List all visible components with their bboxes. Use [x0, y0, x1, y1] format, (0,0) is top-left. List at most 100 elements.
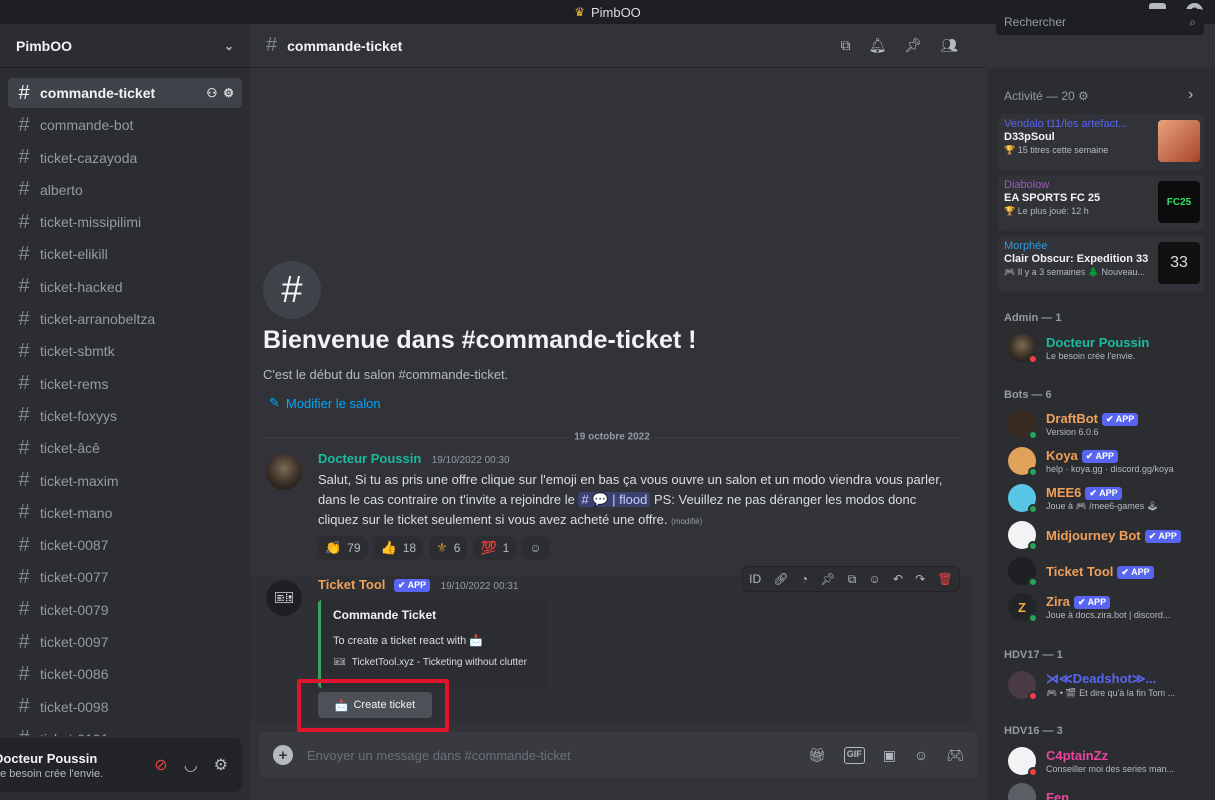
hashtag-icon: # [18, 533, 30, 556]
pin-icon[interactable]: 📌︎ [904, 37, 922, 54]
member-item[interactable]: ⋊≪Deadshot≫... 🎮 • 🎬 Et dire qu'à la fin … [1008, 668, 1208, 702]
channel-item[interactable]: # ticket-cazayoda [8, 143, 242, 173]
channel-item[interactable]: # ticket-0079 [8, 595, 242, 625]
avatar[interactable] [266, 454, 302, 490]
invite-icon[interactable]: ⚇ [206, 86, 217, 100]
mute-microphone-icon[interactable]: ⊘ [154, 755, 167, 775]
channel-item[interactable]: # ticket-elikill [8, 239, 242, 269]
member-item[interactable]: Ticket Tool ✔ APP [1008, 554, 1208, 588]
member-sidebar: Activité — 20 ⚙ › Vendalo t11/les artefa… [988, 68, 1215, 800]
chevron-right-icon[interactable]: › [1188, 86, 1193, 104]
member-item[interactable]: Midjourney Bot ✔ APP [1008, 518, 1208, 552]
channel-item[interactable]: # ticket-0087 [8, 530, 242, 560]
channel-item[interactable]: # ticket-mano [8, 498, 242, 528]
channel-item[interactable]: # ticket-hacked [8, 272, 242, 302]
avatar [1008, 671, 1038, 701]
channel-label: commande-ticket [40, 85, 156, 101]
member-list-icon[interactable]: 👥︎ [940, 37, 958, 54]
channel-item[interactable]: # ticket-rems [8, 369, 242, 399]
channel-label: ticket-âcê [40, 440, 100, 457]
member-item[interactable]: C4ptainZz Conseiller moi des series man..… [1008, 744, 1208, 778]
channel-item[interactable]: # ticket-âcê [8, 433, 242, 463]
channel-item[interactable]: # ticket-0097 [8, 627, 242, 657]
reaction-thumbs-up[interactable]: 👍 18 [373, 536, 424, 560]
member-name: Docteur Poussin [1046, 335, 1150, 350]
member-group-header: Admin — 1 [1004, 312, 1062, 324]
user-status: Le besoin crée l'envie. [0, 767, 104, 780]
user-name: Docteur Poussin [0, 750, 98, 766]
message-input[interactable]: Envoyer un message dans #commande-ticket [307, 748, 571, 763]
member-item[interactable]: Docteur Poussin Le besoin crée l'envie. [1008, 331, 1208, 365]
channel-item[interactable]: # ticket-maxim [8, 466, 242, 496]
channel-item[interactable]: # ticket-arranobeltza [8, 304, 242, 334]
channel-mention[interactable]: # 💬 | flood [578, 492, 651, 507]
headphones-icon[interactable]: ◡ [184, 755, 198, 775]
activity-card[interactable]: Morphée Clair Obscur: Expedition 33 🎮 Il… [998, 236, 1204, 292]
avatar [1008, 557, 1038, 587]
app-logo-icon: ♛ [574, 5, 585, 19]
channel-item[interactable]: # ticket-sbmtk [8, 336, 242, 366]
notification-bell-icon[interactable]: 🔔︎ [869, 37, 887, 54]
user-settings-gear-icon[interactable]: ⚙ [214, 755, 228, 775]
gamepad-icon[interactable]: 🎮︎ [946, 747, 964, 764]
channel-item[interactable]: # alberto [8, 175, 242, 205]
member-status-text: Joue à docs.zira.bot | discord... [1046, 610, 1171, 620]
app-badge: ✔ APP [393, 579, 431, 592]
reaction-fleur[interactable]: ⚜ 6 [429, 536, 468, 560]
channel-item[interactable]: # commande-ticket ⚇ ⚙ [8, 78, 242, 108]
member-item[interactable]: Koya ✔ APP help · koya.gg · discord.gg/koy… [1008, 444, 1208, 478]
message-author[interactable]: Docteur Poussin [318, 451, 421, 466]
avatar [1008, 747, 1038, 777]
member-name: C4ptainZz [1046, 748, 1109, 763]
edit-channel-link[interactable]: ✎ Modifier le salon [269, 395, 381, 411]
member-item[interactable]: DraftBot ✔ APP Version 6.0.6 [1008, 407, 1208, 441]
reaction-clap[interactable]: 👏 79 [318, 536, 368, 560]
member-group-header: HDV16 — 3 [1004, 725, 1063, 737]
highlight-box [297, 679, 449, 732]
message-timestamp: 19/10/2022 00:30 [431, 455, 510, 466]
activity-card[interactable]: Vendalo t11/les artefact... D33pSoul 🏆 1… [998, 114, 1204, 170]
add-attachment-icon[interactable]: + [273, 745, 293, 765]
message-text: cliquez sur le ticket seulement si vous … [318, 512, 668, 527]
emoji-icon[interactable]: ☺ [914, 747, 928, 764]
channel-item[interactable]: # ticket-0077 [8, 562, 242, 592]
sticker-icon[interactable]: ▣ [883, 747, 896, 764]
member-name: Midjourney Bot ✔ APP [1046, 528, 1181, 543]
embed-title: Commande Ticket [333, 608, 437, 622]
channel-item[interactable]: # ticket-0101 [8, 724, 242, 736]
reaction-count: 79 [347, 541, 361, 555]
member-item[interactable]: MEE6 ✔ APP Joue à 🎮 /mee6-games 🕹 [1008, 481, 1208, 515]
channel-item[interactable]: # ticket-0086 [8, 659, 242, 689]
settings-gear-icon[interactable]: ⚙ [1078, 89, 1089, 103]
activity-card[interactable]: Diabolow EA SPORTS FC 25 🏆 Le plus joué:… [998, 175, 1204, 231]
server-header[interactable]: PimbOO ⌄ [0, 24, 250, 68]
thumbs-up-emoji-icon: 👍 [380, 540, 397, 555]
gif-icon[interactable]: GIF [843, 746, 865, 764]
avatar [1008, 410, 1038, 440]
hashtag-icon: # [18, 275, 30, 298]
member-item[interactable]: Z Zira ✔ APP Joue à docs.zira.bot | discor… [1008, 590, 1208, 624]
search-input[interactable]: Rechercher ⌕ [996, 9, 1204, 35]
settings-gear-icon[interactable]: ⚙ [223, 86, 234, 100]
user-info[interactable]: Docteur Poussin Le besoin crée l'envie. [0, 751, 103, 780]
channel-item[interactable]: # ticket-0098 [8, 692, 242, 722]
member-name: Fen [1046, 789, 1070, 800]
member-name: MEE6 ✔ APP [1046, 485, 1206, 500]
avatar[interactable]: 🎫︎ [266, 580, 302, 616]
threads-icon[interactable]: ⧉ [841, 37, 851, 54]
channel-label: ticket-0087 [40, 537, 109, 554]
channel-item[interactable]: # ticket-missipilimi [8, 207, 242, 237]
gift-icon[interactable]: 🎁︎ [808, 747, 826, 764]
message-embed: Commande Ticket To create a ticket react… [318, 600, 546, 688]
message-author[interactable]: Ticket Tool [318, 577, 385, 592]
member-name: Zira ✔ APP [1046, 594, 1206, 609]
reaction-hundred[interactable]: 💯 1 [473, 536, 517, 560]
member-group-header: HDV17 — 1 [1004, 649, 1063, 661]
activity-header[interactable]: Activité — 20 ⚙ [988, 89, 1089, 103]
search-placeholder: Rechercher [1004, 15, 1067, 29]
add-reaction-button[interactable]: ☺ [522, 536, 549, 560]
member-item[interactable]: Fen [1008, 780, 1208, 800]
channel-item[interactable]: # commande-bot [8, 110, 242, 140]
reactions: 👏 79 👍 18 ⚜ 6 💯 1 ☺ [318, 536, 956, 560]
channel-item[interactable]: # ticket-foxyys [8, 401, 242, 431]
